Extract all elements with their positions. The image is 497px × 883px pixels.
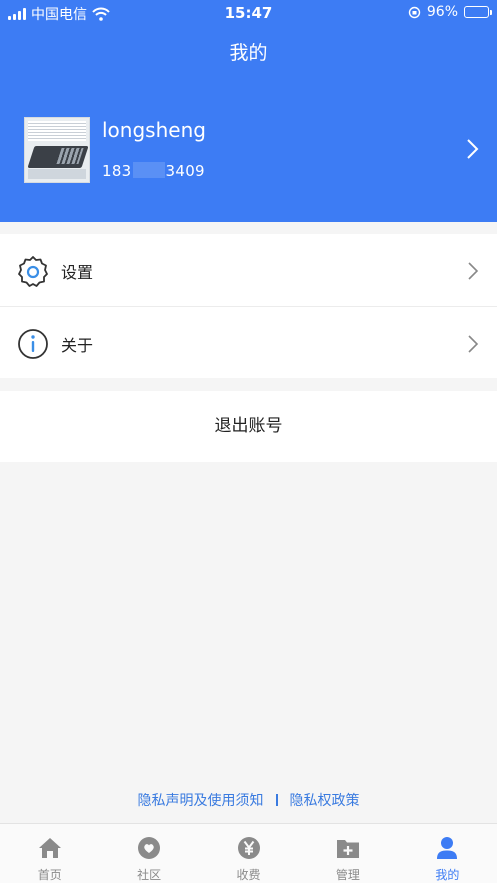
policy-links: 隐私声明及使用须知 隐私权政策	[0, 790, 497, 810]
tab-community[interactable]: 社区	[99, 824, 198, 883]
avatar[interactable]	[24, 117, 90, 183]
phone-number: 183 3409	[102, 162, 205, 180]
user-icon	[437, 837, 458, 859]
menu-list: 设置 关于	[0, 234, 497, 378]
home-icon	[38, 838, 61, 858]
profile-card[interactable]: longsheng 183 3409	[0, 100, 497, 200]
logout-button[interactable]: 退出账号	[0, 391, 497, 462]
profile-header: 中国电信 15:47 96% 我的 longsheng 183 3409	[0, 0, 497, 222]
yen-icon	[237, 837, 260, 859]
community-icon	[138, 837, 161, 859]
page-title: 我的	[229, 42, 268, 64]
menu-item-label: 设置	[61, 263, 94, 282]
gear-icon	[18, 256, 48, 287]
battery-percent: 96%	[426, 4, 458, 20]
phone-prefix: 183	[102, 162, 132, 180]
chevron-right-icon	[468, 335, 479, 353]
privacy-statement-link[interactable]: 隐私声明及使用须知	[138, 793, 264, 809]
menu-item-label: 关于	[61, 336, 94, 355]
tab-label: 首页	[37, 868, 62, 882]
tab-home[interactable]: 首页	[0, 824, 99, 883]
status-right: 96%	[408, 4, 492, 20]
chevron-right-icon	[468, 262, 479, 280]
status-bar: 中国电信 15:47 96%	[0, 0, 497, 26]
tab-label: 管理	[335, 868, 360, 882]
tab-manage[interactable]: 管理	[298, 824, 397, 883]
menu-item-settings[interactable]: 设置	[0, 234, 497, 306]
menu-item-about[interactable]: 关于	[0, 306, 497, 378]
tab-label: 社区	[137, 868, 162, 882]
privacy-policy-link[interactable]: 隐私权政策	[290, 793, 360, 809]
orientation-lock-icon	[408, 6, 421, 18]
tab-bar: 首页 社区 收费 管理 我的	[0, 823, 497, 883]
chevron-right-icon[interactable]	[465, 138, 479, 160]
battery-icon	[464, 6, 492, 18]
tab-mine[interactable]: 我的	[398, 824, 497, 883]
phone-mask	[132, 162, 165, 178]
link-divider	[275, 794, 278, 806]
username: longsheng	[102, 118, 206, 142]
tab-billing[interactable]: 收费	[199, 824, 298, 883]
info-icon	[18, 329, 48, 359]
phone-suffix: 3409	[165, 162, 205, 180]
tab-label: 收费	[236, 868, 261, 882]
tab-label: 我的	[435, 868, 460, 882]
folder-plus-icon	[336, 840, 359, 858]
